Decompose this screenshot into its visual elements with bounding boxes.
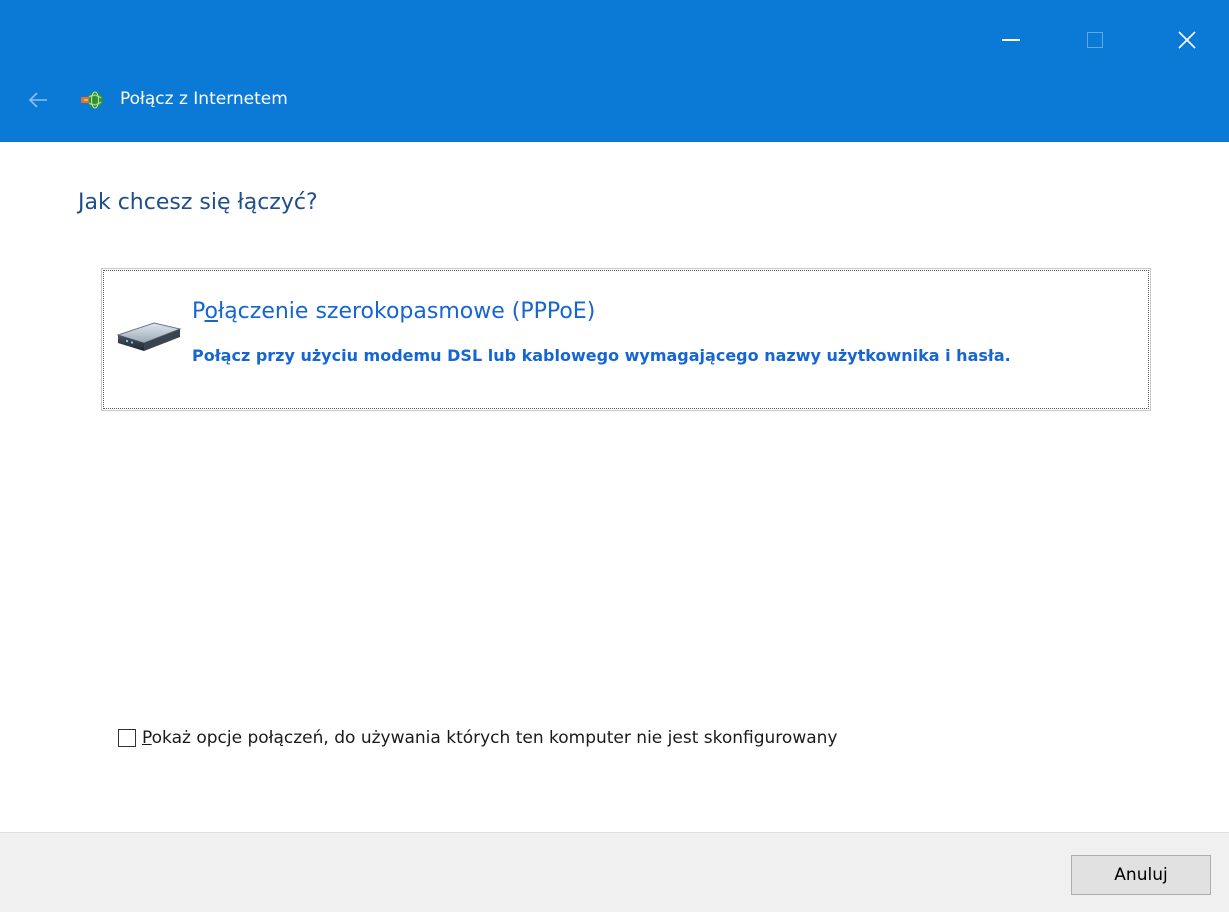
maximize-button[interactable]: [1064, 0, 1126, 80]
maximize-icon: [1087, 32, 1103, 48]
wizard-footer: Anuluj: [0, 832, 1229, 912]
close-icon: [1178, 31, 1196, 49]
arrow-left-icon: [28, 92, 47, 108]
minimize-icon: [1002, 39, 1020, 41]
close-button[interactable]: [1156, 0, 1218, 80]
back-button[interactable]: [20, 84, 56, 116]
minimize-button[interactable]: [980, 0, 1042, 80]
page-heading: Jak chcesz się łączyć?: [78, 190, 318, 215]
show-unconfigured-options[interactable]: Pokaż opcje połączeń, do używania któryc…: [118, 728, 837, 748]
show-options-label[interactable]: Pokaż opcje połączeń, do używania któryc…: [142, 728, 837, 748]
broadband-modem-icon: [116, 322, 182, 351]
option-description: Połącz przy użyciu modemu DSL lub kablow…: [192, 346, 1011, 365]
show-options-checkbox[interactable]: [118, 729, 136, 747]
option-broadband-pppoe[interactable]: Połączenie szerokopasmowe (PPPoE) Połącz…: [101, 268, 1151, 411]
title-bar: Połącz z Internetem: [0, 0, 1229, 142]
wizard-content: Jak chcesz się łączyć? Połączenie szerok…: [0, 142, 1229, 832]
option-title: Połączenie szerokopasmowe (PPPoE): [192, 299, 596, 324]
window-title: Połącz z Internetem: [120, 89, 288, 109]
network-globe-icon: [81, 91, 103, 109]
cancel-button[interactable]: Anuluj: [1071, 855, 1211, 895]
